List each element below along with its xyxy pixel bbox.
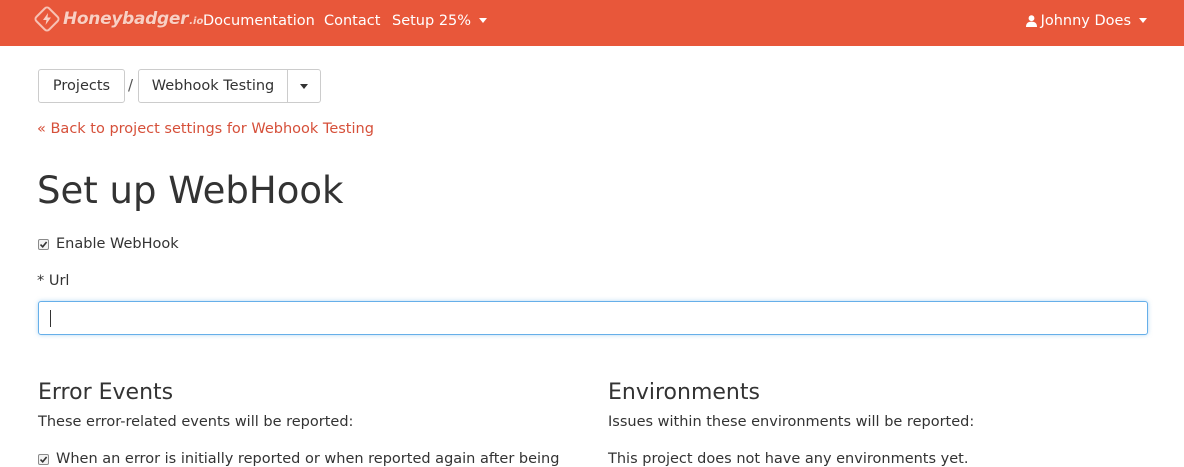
breadcrumb-project-button[interactable]: Webhook Testing <box>138 69 288 103</box>
enable-webhook-checkbox[interactable] <box>38 238 49 250</box>
brand-tld: .io <box>189 15 204 27</box>
error-events-heading: Error Events <box>38 380 174 405</box>
breadcrumb-separator: / <box>128 76 134 94</box>
brand-name: Honeybadger <box>63 9 189 29</box>
user-icon <box>1025 15 1037 27</box>
breadcrumb-projects-button[interactable]: Projects <box>38 69 125 103</box>
nav-link-documentation[interactable]: Documentation <box>203 12 315 30</box>
nav-link-setup[interactable]: Setup 25% <box>392 12 488 30</box>
breadcrumb-projects-label: Projects <box>52 78 111 94</box>
url-input[interactable] <box>38 301 1148 335</box>
user-menu[interactable]: Johnny Does <box>1025 12 1147 30</box>
brand-logo[interactable]: Honeybadger .io <box>32 4 204 34</box>
environments-description: Issues within these environments will be… <box>608 414 975 430</box>
error-event-checkbox[interactable] <box>38 453 49 465</box>
breadcrumb-dropdown-toggle[interactable] <box>287 69 321 103</box>
lightning-bolt-icon <box>32 4 62 34</box>
chevron-down-icon <box>1139 17 1147 23</box>
error-event-option-row[interactable]: When an error is initially reported or w… <box>38 451 559 467</box>
nav-link-setup-label: Setup 25% <box>392 13 472 29</box>
chevron-down-icon <box>479 17 488 23</box>
error-event-option-label: When an error is initially reported or w… <box>56 451 560 467</box>
text-cursor <box>50 310 51 327</box>
user-name: Johnny Does <box>1040 13 1131 29</box>
nav-link-contact[interactable]: Contact <box>324 12 380 30</box>
error-events-description: These error-related events will be repor… <box>38 414 354 430</box>
top-navbar: Honeybadger .io Documentation Contact Se… <box>0 0 1184 46</box>
breadcrumb-project-label: Webhook Testing <box>151 78 275 94</box>
url-field-label: * Url <box>37 273 70 289</box>
environments-heading: Environments <box>608 380 760 405</box>
enable-webhook-label: Enable WebHook <box>56 236 179 252</box>
chevron-down-icon <box>300 83 308 89</box>
environments-empty-message: This project does not have any environme… <box>608 451 969 467</box>
page-title: Set up WebHook <box>37 169 344 212</box>
enable-webhook-checkbox-row[interactable]: Enable WebHook <box>38 236 179 252</box>
back-to-settings-link[interactable]: « Back to project settings for Webhook T… <box>37 121 374 137</box>
